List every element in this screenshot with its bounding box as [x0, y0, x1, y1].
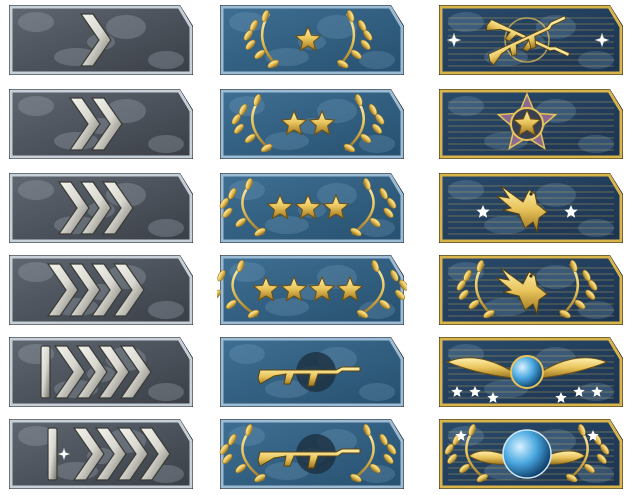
- rank-badge-graphic: [9, 255, 193, 325]
- rank-badge-graphic: [220, 337, 404, 407]
- rank-badge: [436, 86, 626, 162]
- rank-badge: [436, 252, 626, 328]
- rank-badge: [6, 86, 196, 162]
- rank-badge: [217, 416, 407, 492]
- rank-badge: [436, 170, 626, 246]
- rank-badge: [217, 334, 407, 410]
- rank-badge-graphic: [219, 419, 404, 489]
- rank-badge-graphic: [439, 5, 623, 75]
- rank-badge: [217, 2, 407, 78]
- rank-badge-graphic: [220, 89, 404, 159]
- rank-badge-graphic: [9, 89, 193, 159]
- rank-badge-graphic: [439, 337, 623, 407]
- rank-badge-graphic: [9, 173, 193, 243]
- rank-badge: [6, 2, 196, 78]
- rank-bar: [47, 427, 58, 481]
- rank-badge: [217, 86, 407, 162]
- rank-badge-graphic: [9, 5, 193, 75]
- rank-badge: [6, 334, 196, 410]
- rank-badge-graphic: [439, 89, 623, 159]
- rank-badge-graphic: [439, 255, 623, 325]
- rank-badge-graphic: [9, 337, 193, 407]
- rank-badge-graphic: [219, 173, 404, 243]
- rank-badge: [436, 416, 626, 492]
- rank-badge: [6, 252, 196, 328]
- rank-badge: [217, 170, 407, 246]
- globe-icon: [502, 429, 552, 479]
- rank-badge: [436, 334, 626, 410]
- globe-icon: [510, 355, 544, 389]
- rank-badge-graphic: [220, 5, 404, 75]
- rank-badge: [436, 2, 626, 78]
- rank-bar: [40, 345, 51, 399]
- rank-badge-graphic: [439, 173, 623, 243]
- rank-badge-graphic: [9, 419, 193, 489]
- rank-badge: [6, 416, 196, 492]
- rank-badge: [217, 252, 407, 328]
- rank-badge: [6, 170, 196, 246]
- rank-badge-graphic: [217, 255, 407, 325]
- rank-badge-graphic: [439, 419, 623, 489]
